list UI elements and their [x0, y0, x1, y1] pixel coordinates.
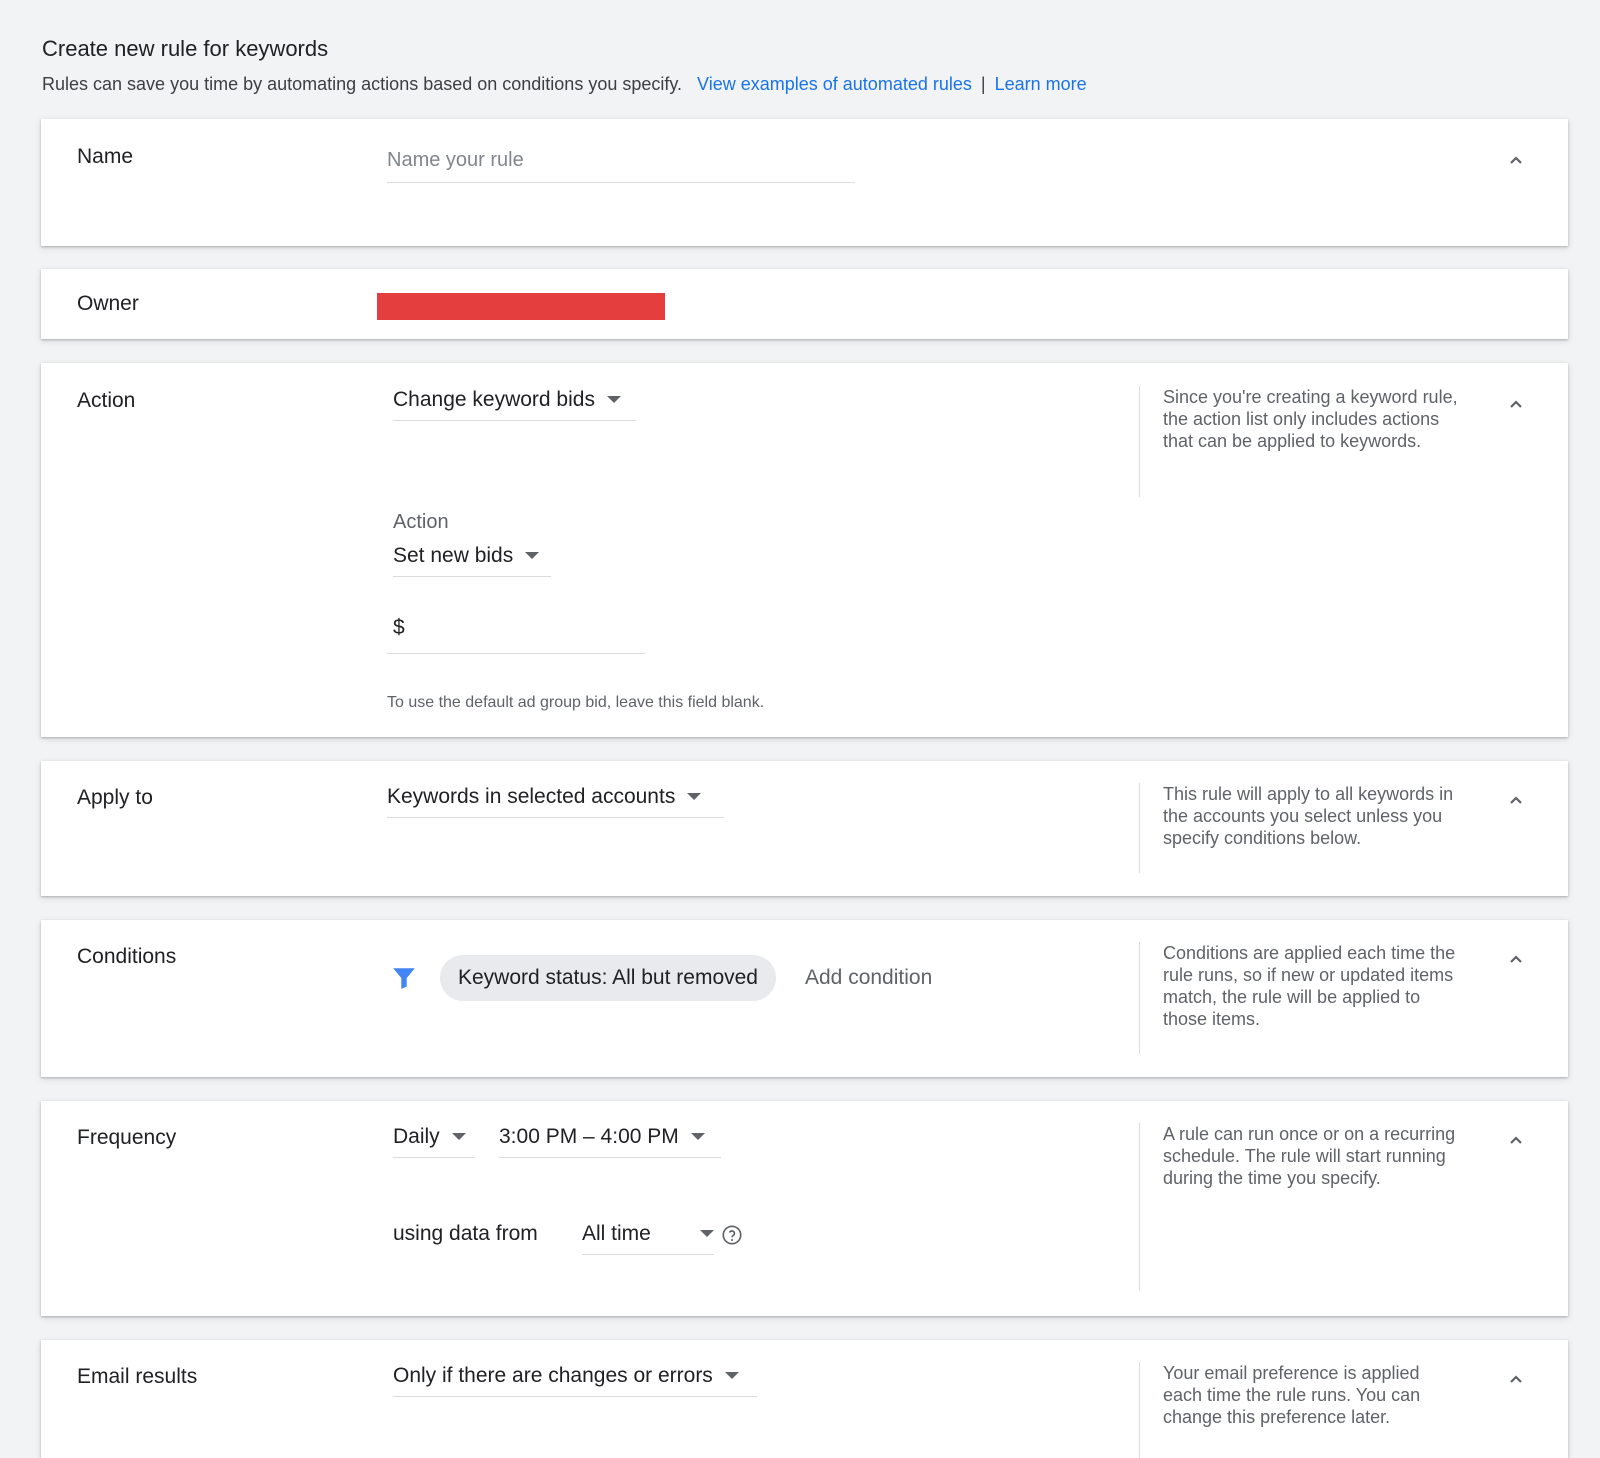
rule-name-underline — [387, 182, 855, 183]
frequency-help-text: A rule can run once or on a recurring sc… — [1163, 1124, 1456, 1188]
page-title: Create new rule for keywords — [42, 36, 329, 61]
frequency-help-divider — [1139, 1123, 1140, 1291]
apply-to-card: Apply to Keywords in selected accounts T… — [41, 761, 1568, 896]
collapse-name-chevron-up-icon[interactable] — [1504, 148, 1528, 172]
action-card: Action Change keyword bids Action Set ne… — [41, 363, 1568, 737]
conditions-help-text: Conditions are applied each time the rul… — [1163, 943, 1456, 1029]
apply-to-value: Keywords in selected accounts — [387, 784, 676, 808]
email-help-text: Your email preference is applied each ti… — [1163, 1363, 1421, 1427]
conditions-label: Conditions — [77, 945, 177, 968]
bid-amount-input[interactable] — [413, 613, 643, 645]
bid-action-value: Set new bids — [393, 543, 514, 567]
data-range-dropdown[interactable]: All time — [582, 1213, 714, 1255]
bid-amount-underline — [387, 653, 645, 654]
apply-help-divider — [1139, 783, 1140, 873]
email-results-value: Only if there are changes or errors — [393, 1363, 713, 1387]
collapse-conditions-chevron-up-icon[interactable] — [1504, 947, 1528, 971]
action-help-text: Since you're creating a keyword rule, th… — [1163, 387, 1458, 451]
apply-to-label: Apply to — [77, 786, 153, 809]
add-condition-button[interactable]: Add condition — [805, 966, 932, 990]
action-type-caret-icon — [606, 396, 621, 403]
subtitle-text: Rules can save you time by automating ac… — [42, 74, 683, 94]
using-data-from-label: using data from — [393, 1222, 538, 1245]
view-examples-link[interactable]: View examples of automated rules — [697, 74, 972, 94]
time-range-value: 3:00 PM – 4:00 PM — [499, 1124, 679, 1148]
email-results-caret-icon — [724, 1372, 739, 1379]
action-type-dropdown[interactable]: Change keyword bids — [393, 379, 636, 421]
page-subtitle: Rules can save you time by automating ac… — [42, 74, 1087, 95]
apply-to-caret-icon — [687, 793, 702, 800]
data-range-value: All time — [582, 1221, 651, 1245]
data-range-caret-icon — [700, 1230, 714, 1237]
collapse-apply-chevron-up-icon[interactable] — [1504, 788, 1528, 812]
action-type-value: Change keyword bids — [393, 387, 595, 411]
link-separator: | — [980, 74, 986, 94]
frequency-caret-icon — [451, 1133, 466, 1140]
collapse-email-chevron-up-icon[interactable] — [1504, 1367, 1528, 1391]
conditions-help-divider — [1139, 942, 1140, 1054]
email-results-label: Email results — [77, 1365, 198, 1388]
condition-chip-keyword-status[interactable]: Keyword status: All but removed — [440, 955, 776, 1001]
email-results-dropdown[interactable]: Only if there are changes or errors — [393, 1355, 757, 1397]
action-label: Action — [77, 389, 136, 412]
bid-action-caret-icon — [525, 552, 540, 559]
owner-label: Owner — [77, 292, 139, 315]
apply-help-text: This rule will apply to all keywords in … — [1163, 784, 1454, 848]
currency-symbol: $ — [393, 616, 405, 639]
email-results-card: Email results Only if there are changes … — [41, 1340, 1568, 1458]
apply-to-dropdown[interactable]: Keywords in selected accounts — [387, 776, 724, 818]
frequency-dropdown[interactable]: Daily — [393, 1116, 475, 1158]
bid-action-dropdown[interactable]: Set new bids — [393, 535, 551, 577]
email-help-divider — [1139, 1362, 1140, 1458]
name-card: Name — [41, 119, 1568, 246]
rule-name-input[interactable] — [387, 143, 853, 177]
condition-chip-text: Keyword status: All but removed — [458, 966, 758, 989]
frequency-card: Frequency Daily 3:00 PM – 4:00 PM using … — [41, 1101, 1568, 1316]
action-sub-label: Action — [393, 511, 449, 533]
collapse-frequency-chevron-up-icon[interactable] — [1504, 1128, 1528, 1152]
name-label: Name — [77, 145, 134, 168]
owner-card: Owner — [41, 269, 1568, 339]
filter-icon — [391, 965, 417, 991]
learn-more-link[interactable]: Learn more — [995, 74, 1087, 94]
bid-hint: To use the default ad group bid, leave t… — [387, 694, 765, 711]
time-range-caret-icon — [690, 1133, 705, 1140]
conditions-card: Conditions Keyword status: All but remov… — [41, 920, 1568, 1077]
frequency-label: Frequency — [77, 1126, 177, 1149]
time-range-dropdown[interactable]: 3:00 PM – 4:00 PM — [499, 1116, 721, 1158]
collapse-action-chevron-up-icon[interactable] — [1504, 392, 1528, 416]
action-help-divider — [1139, 386, 1140, 497]
help-circle-icon[interactable] — [721, 1224, 743, 1246]
frequency-value: Daily — [393, 1124, 440, 1148]
owner-redacted-block — [377, 293, 665, 320]
